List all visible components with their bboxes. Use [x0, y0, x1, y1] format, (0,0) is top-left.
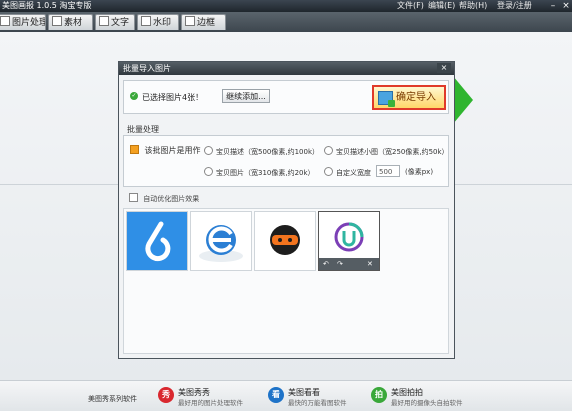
option-product-image[interactable]: 宝贝图片（宽310像素,约20k）: [204, 167, 315, 178]
confirm-import-label: 确定导入: [396, 92, 436, 103]
login-link[interactable]: 登录/注册: [497, 0, 532, 12]
continue-add-button[interactable]: 继续添加...: [222, 89, 270, 103]
thumbnail-toolbar: ↶ ↷ ✕: [319, 258, 379, 270]
frame-icon: [185, 16, 195, 26]
tab-watermark[interactable]: 水印: [137, 14, 179, 30]
bottom-bar: 美图秀系列软件 秀 美图秀秀 最好用的图片处理软件 看 美图看看 最快的万能看图…: [0, 380, 572, 411]
thumbnail-2[interactable]: [190, 211, 252, 271]
menu-edit[interactable]: 编辑(E): [428, 0, 455, 12]
check-circle-icon: ✓: [130, 92, 138, 100]
batch-options-panel: 该批图片是用作 宝贝描述（宽500像素,约100k） 宝贝描述小图（宽250像素…: [123, 135, 449, 187]
thumbnail-area: ↶ ↷ ✕: [123, 208, 449, 354]
remove-thumbnail-icon[interactable]: ✕: [367, 258, 373, 270]
paipai-icon: 拍: [371, 387, 387, 403]
watermark-icon: [141, 16, 151, 26]
radio-custom-width[interactable]: [324, 167, 333, 176]
text-icon: [99, 16, 109, 26]
rotate-left-icon[interactable]: ↶: [323, 258, 329, 270]
tab-bar: 图片处理 素材 文字 水印 边框: [0, 12, 572, 32]
xiuxiu-icon: 秀: [158, 387, 174, 403]
batch-section-label: 批量处理: [127, 125, 159, 134]
auto-optimize-row[interactable]: 自动优化图片效果: [129, 193, 199, 204]
thumbnail-4[interactable]: ↶ ↷ ✕: [318, 211, 380, 271]
browser-e-icon: [199, 225, 243, 262]
custom-width-input[interactable]: 500: [376, 165, 400, 177]
minimize-icon[interactable]: –: [548, 1, 558, 11]
thumbnail-1[interactable]: [126, 211, 188, 271]
batch-import-dialog: 批量导入图片 × ✓ 已选择图片4张！ 继续添加... 确定导入 批量处理 该批…: [118, 61, 455, 359]
dialog-title: 批量导入图片: [123, 64, 171, 73]
width-unit-label: (像素px): [405, 168, 434, 176]
product-desc: 最好用的图片处理软件: [178, 399, 243, 407]
thumbnail-3[interactable]: [254, 211, 316, 271]
app-title: 美图画报 1.0.5 淘宝专版: [2, 1, 92, 10]
ninja-icon: [270, 225, 300, 255]
option-custom-width[interactable]: 自定义宽度: [324, 167, 371, 178]
menu-file[interactable]: 文件(F): [397, 0, 424, 12]
radio-desc-small[interactable]: [324, 146, 333, 155]
dialog-close-icon[interactable]: ×: [437, 63, 451, 73]
radio-product-image[interactable]: [204, 167, 213, 176]
product-desc: 最快的万能看图软件: [288, 399, 347, 407]
kankan-icon: 看: [268, 387, 284, 403]
auto-optimize-checkbox[interactable]: [129, 193, 138, 202]
radio-desc-large[interactable]: [204, 146, 213, 155]
tab-material[interactable]: 素材: [48, 14, 93, 30]
tab-frame[interactable]: 边框: [181, 14, 226, 30]
selected-count: 已选择图片4张！: [142, 93, 204, 102]
green-arrow-icon: [453, 76, 473, 124]
option-desc-large[interactable]: 宝贝描述（宽500像素,约100k）: [204, 146, 319, 157]
u-logo-icon: [334, 222, 364, 252]
import-icon: [378, 91, 395, 107]
selection-panel: ✓ 已选择图片4张！ 继续添加... 确定导入: [123, 80, 449, 114]
confirm-import-button[interactable]: 确定导入: [372, 85, 446, 110]
material-icon: [52, 16, 62, 26]
tab-image-process[interactable]: 图片处理: [0, 14, 46, 30]
app-logo-blue-icon: [127, 212, 187, 270]
batch-checkbox[interactable]: [130, 145, 139, 154]
option-desc-small[interactable]: 宝贝描述小图（宽250像素,约50k）: [324, 146, 449, 157]
batch-checkbox-row[interactable]: 该批图片是用作: [130, 145, 201, 156]
image-icon: [0, 16, 10, 26]
tab-text[interactable]: 文字: [95, 14, 135, 30]
dialog-title-bar: 批量导入图片 ×: [119, 62, 454, 75]
series-label: 美图秀系列软件: [88, 395, 137, 403]
product-desc: 最好用的摄像头自拍软件: [391, 399, 463, 407]
menu-help[interactable]: 帮助(H): [459, 0, 487, 12]
title-bar: 美图画报 1.0.5 淘宝专版 文件(F) 编辑(E) 帮助(H) 登录/注册 …: [0, 0, 572, 12]
close-window-icon[interactable]: ×: [561, 1, 571, 11]
rotate-right-icon[interactable]: ↷: [337, 258, 343, 270]
